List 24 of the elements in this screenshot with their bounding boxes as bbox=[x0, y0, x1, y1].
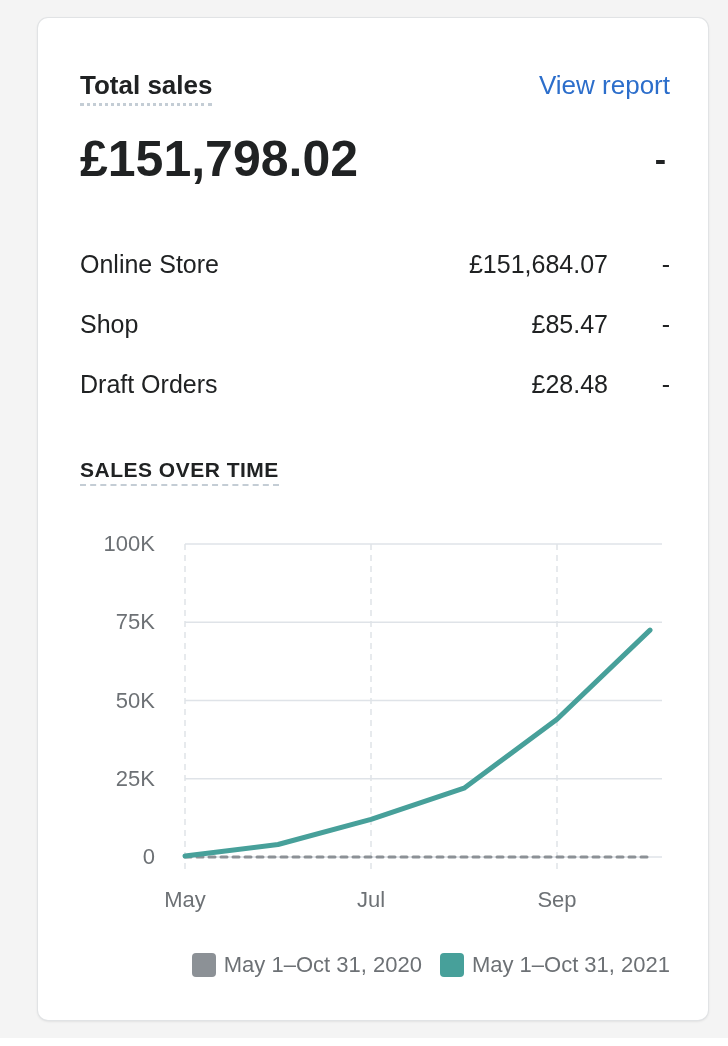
channel-name: Online Store bbox=[80, 249, 220, 280]
card-title: Total sales bbox=[80, 70, 213, 106]
view-report-link[interactable]: View report bbox=[538, 70, 670, 101]
channel-amount: £151,684.07 bbox=[467, 249, 608, 280]
legend-label: May 1–Oct 31, 2020 bbox=[223, 952, 422, 978]
change-value: - bbox=[654, 139, 667, 179]
y-axis-label: 25K bbox=[115, 765, 155, 791]
channel-amount: £85.47 bbox=[530, 309, 608, 340]
channel-amount: £28.48 bbox=[530, 369, 608, 400]
legend-label: May 1–Oct 31, 2021 bbox=[471, 952, 670, 978]
x-axis-label: May bbox=[164, 887, 206, 912]
y-axis-label: 50K bbox=[115, 687, 155, 713]
change-value: - bbox=[660, 309, 670, 340]
change-value: - bbox=[660, 249, 670, 280]
y-axis-label: 100K bbox=[103, 531, 155, 556]
total-amount: £151,798.02 bbox=[80, 130, 359, 188]
chart-title: SALES OVER TIME bbox=[80, 458, 279, 486]
channel-name: Draft Orders bbox=[80, 369, 219, 400]
x-axis-label: Jul bbox=[356, 887, 386, 912]
x-axis-label: Sep bbox=[537, 887, 577, 912]
change-value: - bbox=[660, 369, 670, 400]
channel-name: Shop bbox=[80, 309, 140, 340]
y-axis-label: 0 bbox=[142, 844, 155, 869]
y-axis-label: 75K bbox=[115, 609, 155, 635]
